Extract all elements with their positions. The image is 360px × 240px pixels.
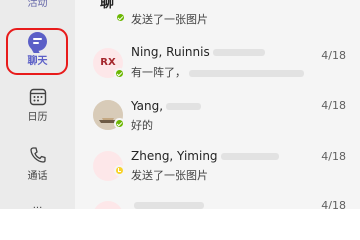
- chat-name: Ning, Ruinnis: [131, 45, 265, 59]
- rail-item-label: 日历: [27, 112, 48, 123]
- chat-preview: 好的: [131, 119, 153, 132]
- calendar-icon: [29, 88, 46, 106]
- chat-list-item[interactable]: 4/18: [75, 195, 360, 209]
- rail-item-calls[interactable]: 通话: [0, 146, 75, 182]
- rail-item-more[interactable]: ...: [0, 200, 75, 211]
- status-available-icon: [114, 118, 125, 129]
- teams-app: 活动 聊天 日历 通话 ... 聊 发送了一张图片 RX Ning, Ruinn…: [0, 0, 360, 211]
- highlight-annotation: [6, 28, 68, 75]
- chat-preview: 发送了一张图片: [131, 13, 208, 26]
- rail-item-label: 通话: [27, 171, 48, 182]
- app-rail: 活动 聊天 日历 通话 ...: [0, 0, 75, 211]
- status-available-icon: [115, 12, 126, 23]
- chat-list-item[interactable]: 发送了一张图片: [75, 0, 360, 38]
- chat-list-item[interactable]: RX Ning, Ruinnis 有一阵了， 4/18: [75, 42, 360, 94]
- rail-item-label: ...: [32, 200, 43, 211]
- phone-icon: [29, 147, 46, 163]
- chat-preview: 有一阵了，: [131, 64, 304, 80]
- chat-date: 4/18: [321, 49, 346, 62]
- chat-name: Yang,: [131, 99, 202, 113]
- chat-name: Zheng, Yiming: [131, 149, 279, 163]
- rail-item-calendar[interactable]: 日历: [0, 88, 75, 123]
- chat-date: 4/18: [321, 99, 346, 112]
- chat-name: [131, 198, 204, 209]
- chat-list-item[interactable]: Zheng, Yiming 发送了一张图片 4/18: [75, 143, 360, 195]
- rail-item-label: 活动: [27, 0, 48, 9]
- status-away-icon: [114, 165, 125, 176]
- chat-list-item[interactable]: Yang, 好的 4/18: [75, 92, 360, 144]
- rail-item-activity[interactable]: 活动: [0, 0, 75, 9]
- avatar: [93, 201, 123, 209]
- chat-date: 4/18: [321, 150, 346, 163]
- chat-date: 4/18: [321, 199, 346, 209]
- status-available-icon: [114, 68, 125, 79]
- chat-list: 聊 发送了一张图片 RX Ning, Ruinnis 有一阵了， 4/18 Ya…: [75, 0, 360, 209]
- chat-preview: 发送了一张图片: [131, 169, 208, 182]
